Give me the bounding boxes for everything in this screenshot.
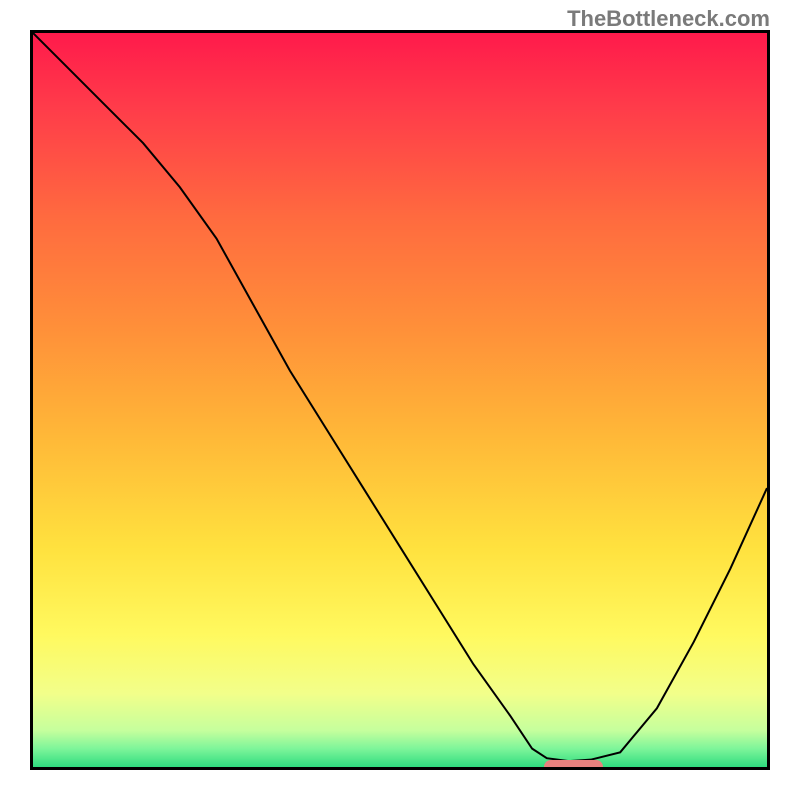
watermark-text: TheBottleneck.com xyxy=(567,6,770,32)
bottleneck-chart: TheBottleneck.com xyxy=(0,0,800,800)
gradient-background xyxy=(33,33,767,767)
minimum-marker xyxy=(544,760,603,770)
plot-area xyxy=(30,30,770,770)
